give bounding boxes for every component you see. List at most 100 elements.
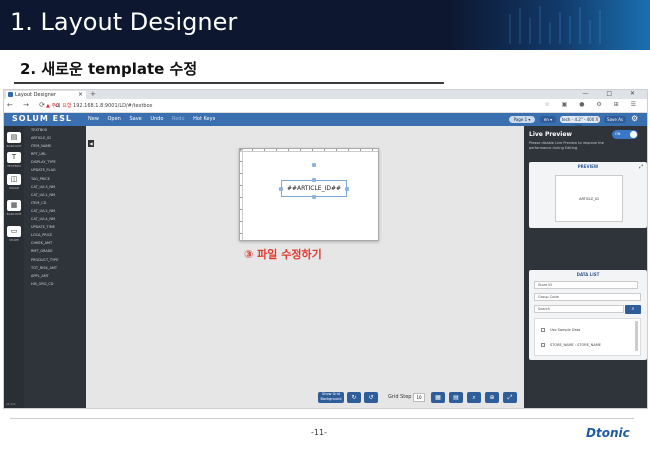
- close-tab-icon[interactable]: ×: [78, 91, 83, 99]
- url-text: 192.168.1.8:9001/LD/#/textbox: [73, 103, 153, 109]
- field-item[interactable]: RPT_URL: [24, 150, 86, 158]
- show-grid-button[interactable]: Show Grid Background: [318, 392, 344, 403]
- textbox-tool-icon[interactable]: T: [7, 152, 21, 163]
- field-item[interactable]: UPDATE_TIME: [24, 223, 86, 231]
- grid-step-label: Grid Step: [388, 394, 412, 400]
- field-item[interactable]: PRODUCT_TYPE: [24, 256, 86, 264]
- tool-label: TEXTBOX: [7, 164, 21, 168]
- address-bar: ← → ⟳ ⌂ ▲ 주의 요함 192.168.1.8:9001/LD/#/te…: [4, 99, 647, 113]
- collapse-panel-icon[interactable]: ◀: [88, 140, 94, 147]
- list-item[interactable]: STORE_NAME : STORE_NAME: [541, 343, 601, 347]
- tab-title: Layout Designer: [15, 92, 56, 98]
- live-preview-toggle[interactable]: ON: [612, 130, 638, 139]
- preview-title: PREVIEW: [577, 164, 599, 169]
- browser-tab[interactable]: Layout Designer ×: [6, 91, 86, 99]
- field-item[interactable]: CAT_LVL1_NM: [24, 191, 86, 199]
- label-canvas[interactable]: ##ARTICLE_ID##: [239, 148, 379, 241]
- undo-button[interactable]: Undo: [150, 116, 163, 122]
- list-item-label: STORE_NAME : STORE_NAME: [550, 343, 601, 347]
- table-view-icon[interactable]: ▤: [449, 392, 463, 403]
- url-field[interactable]: ▲ 주의 요함 192.168.1.8:9001/LD/#/textbox: [46, 101, 152, 111]
- page-select[interactable]: Page 1 ▾: [509, 116, 535, 123]
- field-item[interactable]: CAT_LVL4_NM: [24, 215, 86, 223]
- grid-step-input[interactable]: 10: [413, 393, 425, 402]
- expand-icon[interactable]: ⤢: [639, 164, 643, 170]
- redo-button[interactable]: Redo: [172, 116, 185, 122]
- field-item[interactable]: RMT_GRADE: [24, 247, 86, 255]
- new-button[interactable]: New: [88, 116, 99, 122]
- undo-icon[interactable]: ↺: [364, 392, 378, 403]
- favicon-icon: [8, 92, 13, 97]
- preview-panel: PREVIEW ⤢ ARTICLE_ID: [529, 162, 647, 228]
- open-button[interactable]: Open: [108, 116, 121, 122]
- checkbox[interactable]: [541, 343, 545, 347]
- resize-handle-right[interactable]: [345, 187, 349, 191]
- slide-title: 1. Layout Designer: [10, 8, 238, 36]
- field-item[interactable]: TOT_RISK_AMT: [24, 264, 86, 272]
- fullscreen-icon[interactable]: ⤢: [503, 392, 517, 403]
- field-list: TEXTBOX ARTICLE_ID ITEM_NAME RPT_URL DISPLAY…: [24, 126, 86, 408]
- browser-toolbar-icons[interactable]: ☆ ▣ ● ⚙ ⊞ ☰: [544, 101, 641, 108]
- slide-subtitle: 2. 새로운 template 수정: [20, 60, 198, 78]
- label-size-select[interactable]: tech - 4.2" - 400 X 300 ▾: [560, 116, 600, 129]
- save-button[interactable]: Save: [129, 116, 141, 122]
- field-item[interactable]: ITEM_NAME: [24, 142, 86, 150]
- tool-label: IMAGE: [9, 186, 19, 190]
- brand-logo: SOLUM ESL: [12, 114, 72, 123]
- language-select[interactable]: en ▾: [540, 116, 556, 123]
- list-scrollbar[interactable]: [635, 321, 638, 351]
- hotkeys-button[interactable]: Hot Keys: [193, 116, 215, 122]
- search-icon[interactable]: ⌕: [625, 305, 641, 314]
- field-item[interactable]: HIS_ORG_CD: [24, 280, 86, 288]
- field-item[interactable]: APPL_AMT: [24, 272, 86, 280]
- field-item[interactable]: TAG_PRICE: [24, 175, 86, 183]
- resize-handle-top[interactable]: [312, 178, 316, 182]
- step-annotation: ③ 파일 수정하기: [244, 248, 322, 261]
- search-input[interactable]: Search: [534, 305, 624, 313]
- checkbox[interactable]: [541, 328, 545, 332]
- browser-tabbar: Layout Designer × + — □ ✕: [4, 90, 647, 99]
- shape-tool-icon[interactable]: ▭: [7, 226, 21, 237]
- field-item[interactable]: ARTICLE_ID: [24, 134, 86, 142]
- window-controls[interactable]: — □ ✕: [582, 90, 643, 97]
- store-select[interactable]: Store ID: [534, 281, 638, 289]
- grid-view-icon[interactable]: ▦: [431, 392, 445, 403]
- list-item[interactable]: Use Sample Data: [541, 328, 580, 332]
- header-decoration: [509, 6, 601, 44]
- zoom-fit-icon[interactable]: ⌕: [467, 392, 481, 403]
- footer-divider: [10, 418, 634, 419]
- resize-handle-left[interactable]: [279, 187, 283, 191]
- redo-icon[interactable]: ↻: [347, 392, 361, 403]
- data-list: Use Sample Data STORE_NAME : STORE_NAME: [534, 318, 641, 356]
- toggle-label: ON: [615, 132, 621, 136]
- save-as-button[interactable]: Save As: [604, 116, 626, 123]
- data-list-panel: DATA LIST Store ID Group Code Search ⌕ U…: [529, 270, 647, 360]
- field-item[interactable]: DISPLAY_TYPE: [24, 158, 86, 166]
- image-tool-icon[interactable]: ◫: [7, 174, 21, 185]
- zoom-in-icon[interactable]: ⊕: [485, 392, 499, 403]
- slide-header: 1. Layout Designer: [0, 0, 650, 50]
- rotate-handle[interactable]: [312, 163, 316, 167]
- new-tab-button[interactable]: +: [90, 90, 96, 98]
- field-item[interactable]: TEXTBOX: [24, 126, 86, 134]
- resize-handle-bottom[interactable]: [312, 195, 316, 199]
- tool-label: SHAPE: [9, 238, 19, 242]
- barcode2-tool-icon[interactable]: ▦: [7, 200, 21, 211]
- canvas-toolbar: Show Grid Background ↻ ↺ Grid Step 10 ▦ …: [86, 392, 524, 404]
- field-item[interactable]: CHKEK_AMT: [24, 239, 86, 247]
- main-menu: New Open Save Undo Redo Hot Keys: [88, 116, 222, 122]
- subtitle-divider: [14, 82, 444, 84]
- live-preview-title: Live Preview: [529, 131, 572, 138]
- gear-icon[interactable]: ⚙: [631, 114, 638, 123]
- field-item[interactable]: CAT_LVL2_NM: [24, 207, 86, 215]
- barcode-tool-icon[interactable]: ▤: [7, 132, 21, 143]
- field-item[interactable]: LOCA_PRICE: [24, 231, 86, 239]
- security-warning: ▲ 주의 요함: [46, 103, 72, 109]
- field-item[interactable]: UPDATE_FLAG: [24, 166, 86, 174]
- ruler-left: [240, 149, 243, 240]
- field-item[interactable]: CAT_LVL3_NM: [24, 183, 86, 191]
- live-preview-description: Please disable Live Preview to improve t…: [529, 141, 604, 150]
- field-item[interactable]: ITEM_CD: [24, 199, 86, 207]
- group-code-input[interactable]: Group Code: [534, 293, 641, 301]
- tool-label: BARCODE: [6, 144, 22, 148]
